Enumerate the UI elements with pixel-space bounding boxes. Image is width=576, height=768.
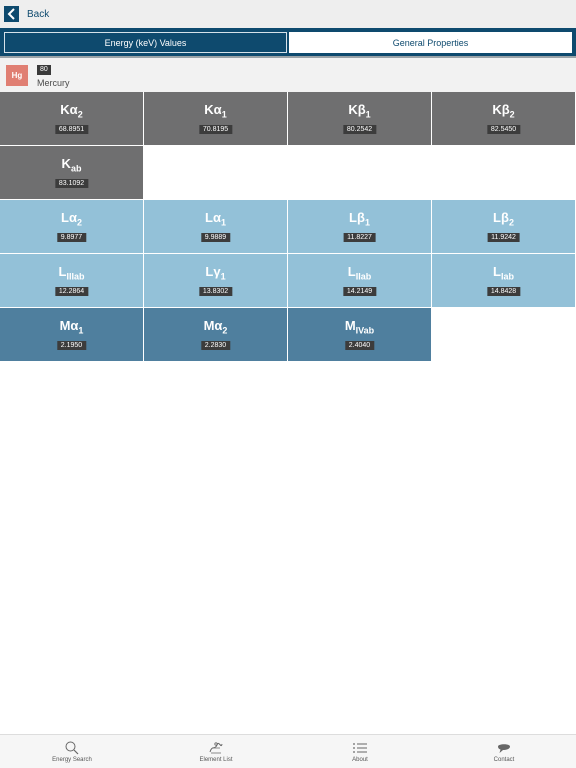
line-label: Mα1 — [59, 318, 84, 336]
element-list-icon — [208, 741, 224, 755]
line-cell-l-iiiab[interactable]: LIIIab 12.2864 — [0, 254, 144, 308]
line-energy-value: 2.1950 — [56, 341, 87, 350]
line-cell-m-ivab[interactable]: MIVab 2.4040 — [288, 308, 432, 362]
line-label: Lβ1 — [349, 210, 370, 228]
line-energy-value: 11.9242 — [487, 233, 520, 242]
grid-row: LIIIab 12.2864 Lγ1 13.8302 LIIab 14.2149… — [0, 254, 576, 308]
line-label: Lα1 — [205, 210, 226, 228]
line-label: LIIIab — [58, 264, 85, 282]
line-label: MIVab — [344, 318, 375, 336]
line-energy-value: 83.1092 — [54, 179, 89, 188]
tab-contact[interactable]: Contact — [432, 735, 576, 768]
tab-label: About — [352, 757, 368, 763]
line-cell-l-beta-1[interactable]: Lβ1 11.8227 — [288, 200, 432, 254]
navigation-bar: Back — [0, 0, 576, 28]
tab-energy-values[interactable]: Energy (keV) Values — [4, 32, 287, 53]
line-label: Kβ2 — [492, 102, 515, 120]
line-label: LIab — [493, 264, 514, 282]
empty-cell — [144, 146, 288, 200]
chevron-left-icon — [4, 6, 19, 22]
line-energy-value: 70.8195 — [198, 125, 233, 134]
line-cell-l-alpha-2[interactable]: Lα2 9.8977 — [0, 200, 144, 254]
line-cell-k-ab[interactable]: Kab 83.1092 — [0, 146, 144, 200]
line-cell-k-alpha-2[interactable]: Kα2 68.8951 — [0, 92, 144, 146]
line-energy-value: 2.4040 — [344, 341, 375, 350]
line-energy-value: 14.2149 — [342, 287, 377, 296]
line-cell-k-beta-1[interactable]: Kβ1 80.2542 — [288, 92, 432, 146]
grid-row: Mα1 2.1950 Mα2 2.2830 MIVab 2.4040 — [0, 308, 576, 362]
line-energy-value: 11.8227 — [343, 233, 376, 242]
line-cell-l-iiab[interactable]: LIIab 14.2149 — [288, 254, 432, 308]
element-name: Mercury — [37, 78, 70, 88]
grid-row: Kab 83.1092 — [0, 146, 576, 200]
tab-label: Contact — [493, 757, 515, 763]
line-label: Mα2 — [203, 318, 228, 336]
energy-line-grid: Kα2 68.8951 Kα1 70.8195 Kβ1 80.2542 Kβ2 … — [0, 92, 576, 362]
line-energy-value: 80.2542 — [342, 125, 377, 134]
tab-energy-search[interactable]: Energy Search — [0, 735, 144, 768]
chat-bubble-icon — [496, 741, 512, 755]
line-energy-value: 13.8302 — [198, 287, 233, 296]
line-label: Lα2 — [61, 210, 82, 228]
atomic-number: 80 — [37, 65, 51, 75]
search-icon — [64, 741, 80, 755]
line-label: Kα2 — [60, 102, 83, 120]
tab-about[interactable]: About — [288, 735, 432, 768]
back-label: Back — [27, 8, 50, 20]
line-energy-value: 14.8428 — [486, 287, 521, 296]
tab-label: Energy Search — [52, 757, 92, 763]
tab-label: Element List — [199, 757, 233, 763]
line-label: Kβ1 — [348, 102, 371, 120]
back-button[interactable]: Back — [4, 6, 49, 22]
tab-element-list[interactable]: Element List — [144, 735, 288, 768]
element-symbol: Hg — [6, 65, 28, 86]
line-label: Kab — [61, 156, 82, 174]
grid-row: Lα2 9.8977 Lα1 9.9889 Lβ1 11.8227 Lβ2 11… — [0, 200, 576, 254]
bottom-tab-bar: Energy Search Element List About Contact — [0, 734, 576, 768]
grid-row: Kα2 68.8951 Kα1 70.8195 Kβ1 80.2542 Kβ2 … — [0, 92, 576, 146]
empty-cell — [432, 146, 576, 200]
tab-general-properties[interactable]: General Properties — [289, 32, 572, 53]
line-cell-m-alpha-2[interactable]: Mα2 2.2830 — [144, 308, 288, 362]
line-label: Lβ2 — [493, 210, 514, 228]
line-energy-value: 2.2830 — [200, 341, 231, 350]
element-header: Hg 80 Mercury — [0, 58, 576, 92]
line-cell-l-iab[interactable]: LIab 14.8428 — [432, 254, 576, 308]
line-energy-value: 12.2864 — [54, 287, 89, 296]
line-cell-l-alpha-1[interactable]: Lα1 9.9889 — [144, 200, 288, 254]
line-cell-l-beta-2[interactable]: Lβ2 11.9242 — [432, 200, 576, 254]
empty-cell — [432, 308, 576, 362]
line-energy-value: 82.5450 — [486, 125, 521, 134]
segmented-control: Energy (keV) Values General Properties — [0, 28, 576, 58]
line-cell-m-alpha-1[interactable]: Mα1 2.1950 — [0, 308, 144, 362]
list-icon — [352, 741, 368, 755]
line-cell-l-gamma-1[interactable]: Lγ1 13.8302 — [144, 254, 288, 308]
empty-cell — [288, 146, 432, 200]
line-energy-value: 9.9889 — [200, 233, 231, 242]
line-label: LIIab — [347, 264, 372, 282]
line-cell-k-alpha-1[interactable]: Kα1 70.8195 — [144, 92, 288, 146]
line-cell-k-beta-2[interactable]: Kβ2 82.5450 — [432, 92, 576, 146]
line-label: Lγ1 — [205, 264, 226, 282]
line-energy-value: 9.8977 — [56, 233, 87, 242]
line-label: Kα1 — [204, 102, 227, 120]
line-energy-value: 68.8951 — [54, 125, 89, 134]
